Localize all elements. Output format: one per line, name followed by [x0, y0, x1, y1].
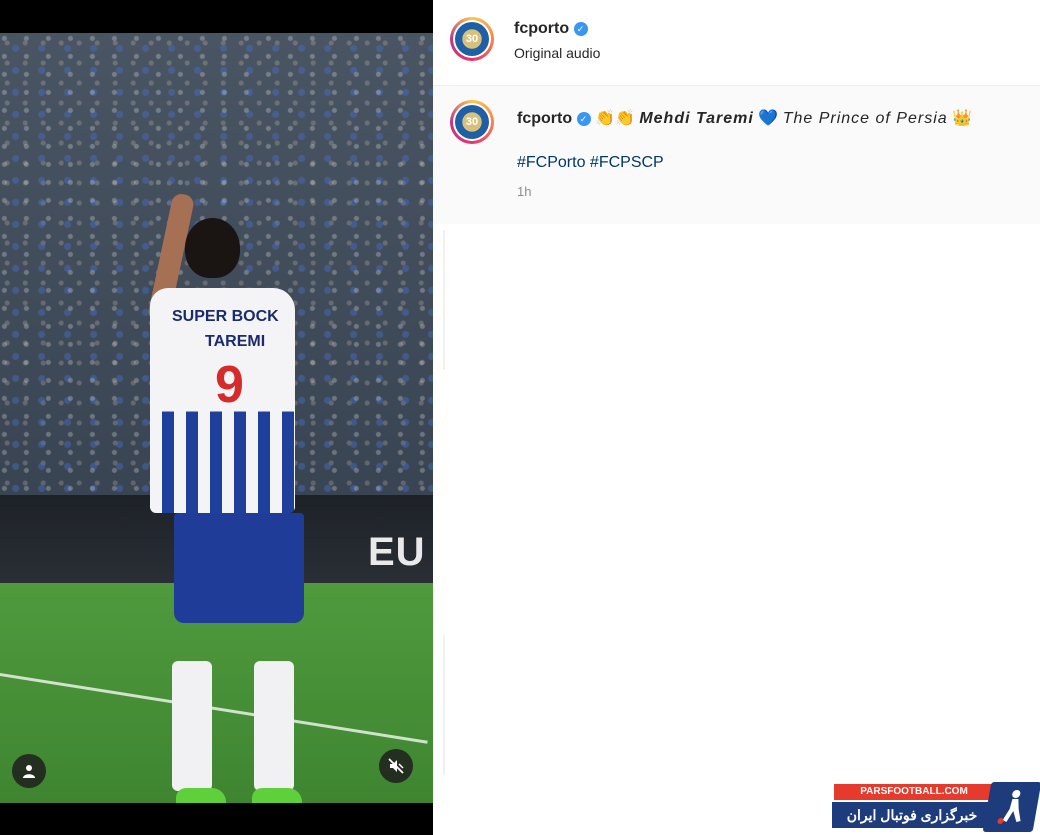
clap-emoji: 👏👏	[595, 110, 635, 127]
footballer-logo-icon	[982, 782, 1040, 832]
hashtag-links[interactable]: #FCPorto #FCPSCP	[517, 154, 664, 172]
ad-board-text: EU	[368, 530, 426, 574]
video-frame[interactable]: EU SUPER BOCK TAREMI 9	[0, 33, 433, 803]
scroll-divider	[443, 230, 445, 370]
player-name: Mehdi Taremi	[639, 110, 754, 127]
club-logo-icon: 30	[455, 105, 489, 139]
club-logo-icon: 30	[455, 22, 489, 56]
header-username[interactable]: fcporto	[514, 20, 569, 37]
player-sock-right	[254, 661, 294, 791]
verified-badge-icon: ✓	[576, 111, 591, 126]
caption-title: The Prince of Persia	[782, 110, 948, 127]
shirt-number: 9	[215, 356, 244, 414]
caption-username[interactable]: fcporto	[517, 110, 572, 127]
tagged-users-button[interactable]	[12, 754, 46, 788]
mute-toggle-button[interactable]	[379, 749, 413, 783]
blue-heart-emoji: 💙	[758, 110, 779, 127]
scroll-divider	[443, 635, 445, 775]
player-boot-right	[252, 788, 302, 803]
player-shorts	[174, 513, 304, 623]
caption-area: 30 fcporto ✓ 👏👏 Mehdi Taremi 💙 The Princ…	[433, 86, 1040, 224]
watermark-site: PARSFOOTBALL.COM	[834, 784, 994, 800]
original-audio-link[interactable]: Original audio	[514, 45, 600, 61]
profile-avatar[interactable]: 30	[450, 17, 494, 61]
watermark-tagline: خبرگزاری فوتبال ایران	[832, 802, 992, 828]
player-head	[185, 218, 240, 278]
speaker-muted-icon	[388, 758, 404, 774]
caption-avatar[interactable]: 30	[450, 100, 494, 144]
player-boot-left	[176, 788, 226, 803]
watermark: PARSFOOTBALL.COM خبرگزاری فوتبال ایران	[832, 782, 1040, 835]
verified-badge-icon: ✓	[573, 21, 588, 36]
post-header: 30 fcporto ✓ Original audio	[433, 0, 1040, 86]
crown-emoji: 👑	[952, 110, 973, 127]
post-timestamp[interactable]: 1h	[517, 184, 531, 199]
reel-video-panel[interactable]: EU SUPER BOCK TAREMI 9	[0, 0, 433, 835]
shirt-sponsor: SUPER BOCK	[172, 308, 279, 325]
player-figure: SUPER BOCK TAREMI 9	[146, 192, 320, 803]
user-icon	[23, 765, 35, 778]
caption-text: fcporto ✓ 👏👏 Mehdi Taremi 💙 The Prince o…	[517, 108, 972, 128]
shirt-name: TAREMI	[205, 333, 266, 350]
player-sock-left	[172, 661, 212, 791]
